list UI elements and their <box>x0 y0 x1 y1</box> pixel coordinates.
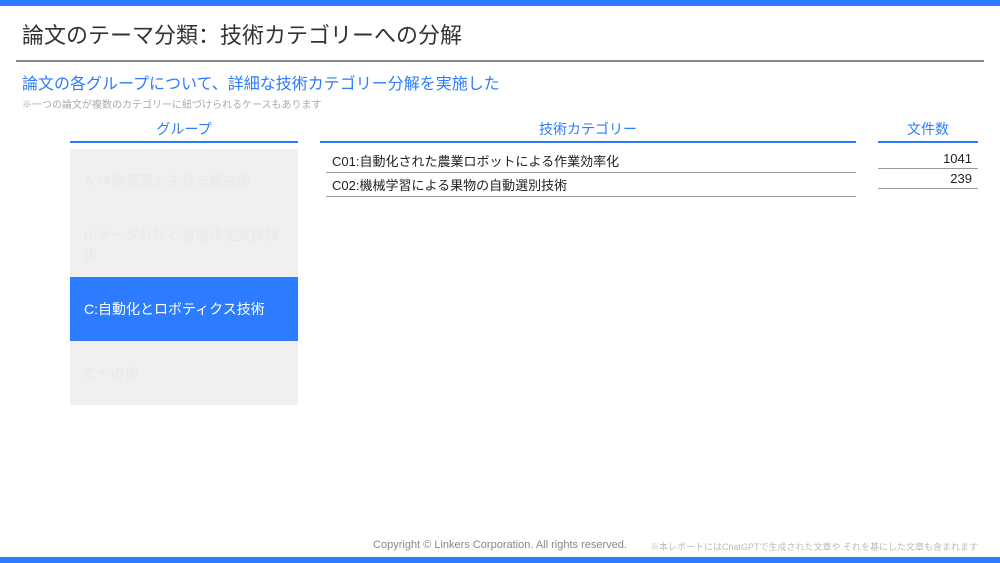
subtitle: 論文の各グループについて、詳細な技術カテゴリー分解を実施した <box>0 70 1000 96</box>
disclaimer: ※本レポートにはChatGPTで生成された文章や それを基にした文章も含まれます <box>650 540 978 553</box>
bottom-accent-bar <box>0 557 1000 563</box>
tab-group-b[interactable]: B:データ分析と意思決定支援技術 <box>70 213 298 277</box>
tab-group-z[interactable]: Z:その他 <box>70 341 298 405</box>
tab-label: Z:その他 <box>84 363 138 383</box>
note-text: ※一つの論文が複数のカテゴリーに紐づけられるケースもあります <box>0 96 1000 119</box>
group-sidebar: A:作物管理と生育支援技術 B:データ分析と意思決定支援技術 C:自動化とロボテ… <box>70 149 298 405</box>
page-title: 論文のテーマ分類：技術カテゴリーへの分解 <box>0 6 1000 60</box>
header-category: 技術カテゴリー <box>320 119 856 143</box>
count-cell: 1041 <box>878 149 978 169</box>
category-cell: C01:自動化された農業ロボットによる作業効率化 <box>326 149 856 173</box>
header-count: 文件数 <box>878 119 978 143</box>
header-group: グループ <box>70 119 298 143</box>
count-cell: 239 <box>878 169 978 189</box>
title-underline <box>16 60 984 62</box>
tab-label: B:データ分析と意思決定支援技術 <box>84 225 284 265</box>
footer: Copyright © Linkers Corporation. All rig… <box>0 539 1000 563</box>
table-row: C01:自動化された農業ロボットによる作業効率化 C02:機械学習による果物の自… <box>326 149 978 197</box>
tab-group-a[interactable]: A:作物管理と生育支援技術 <box>70 149 298 213</box>
column-headers: グループ 技術カテゴリー 文件数 <box>0 119 1000 143</box>
tab-group-c[interactable]: C:自動化とロボティクス技術 <box>70 277 298 341</box>
tab-label: A:作物管理と生育支援技術 <box>84 171 251 191</box>
content-area: A:作物管理と生育支援技術 B:データ分析と意思決定支援技術 C:自動化とロボテ… <box>0 149 1000 405</box>
category-cell: C02:機械学習による果物の自動選別技術 <box>326 173 856 197</box>
tab-label: C:自動化とロボティクス技術 <box>84 299 265 319</box>
main-table: C01:自動化された農業ロボットによる作業効率化 C02:機械学習による果物の自… <box>326 149 978 405</box>
